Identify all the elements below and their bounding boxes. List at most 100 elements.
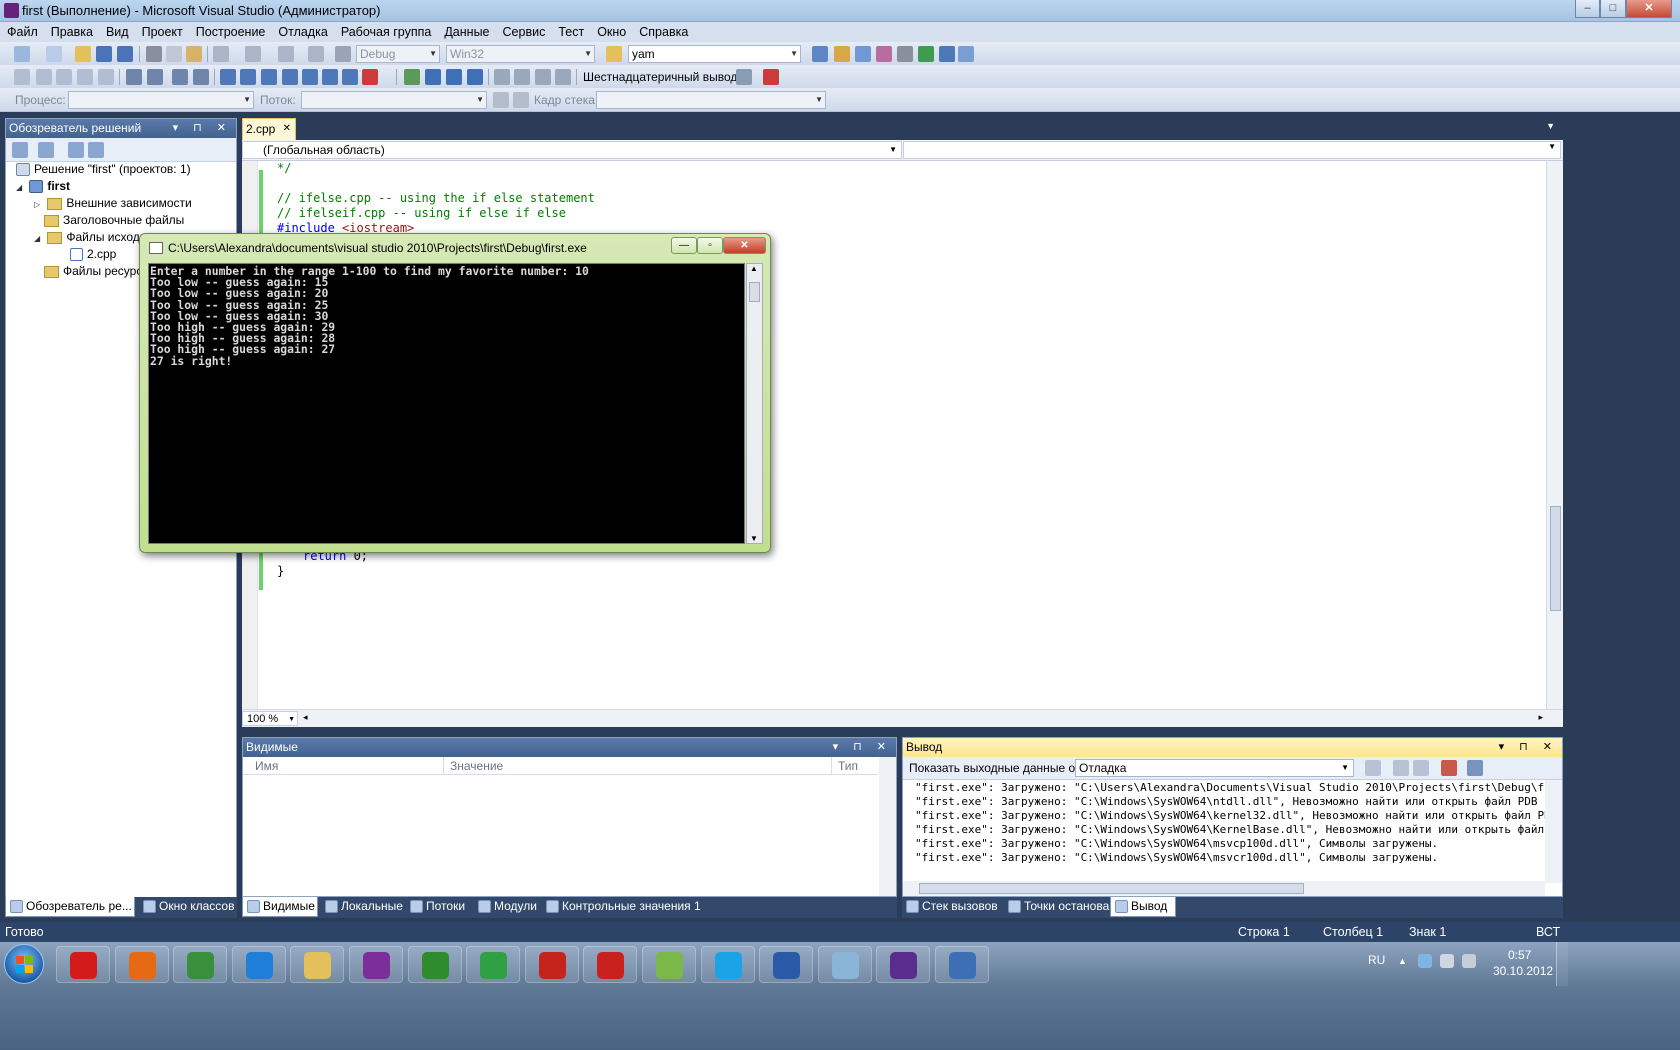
autos-scrollbar[interactable]	[879, 757, 896, 896]
solution-node[interactable]: Решение "first" (проектов: 1)	[16, 161, 191, 178]
menu-build[interactable]: Построение	[189, 22, 272, 41]
next-bookmark-doc-icon[interactable]	[342, 69, 358, 85]
process-select[interactable]: ▼	[68, 91, 254, 109]
refresh-icon[interactable]	[68, 142, 84, 158]
scrollbar-thumb[interactable]	[1550, 506, 1561, 611]
scroll-down-icon[interactable]: ▼	[750, 534, 758, 543]
network-tray-icon[interactable]	[1418, 954, 1432, 968]
step-out-icon[interactable]	[555, 69, 571, 85]
close-tab-icon[interactable]: ✕	[283, 119, 291, 139]
scrollbar-thumb[interactable]	[919, 883, 1304, 894]
properties-icon[interactable]	[834, 46, 850, 62]
copy-icon[interactable]	[166, 46, 182, 62]
taskbar-network[interactable]	[935, 946, 989, 983]
output-h-scrollbar[interactable]	[903, 881, 1545, 896]
code-line[interactable]: // ifelse.cpp -- using the if else state…	[277, 191, 595, 206]
continue-debug-icon[interactable]	[404, 69, 420, 85]
tree-item-header-files[interactable]: Заголовочные файлы	[44, 212, 184, 229]
object-browser-icon[interactable]	[855, 46, 871, 62]
menu-project[interactable]: Проект	[135, 22, 189, 41]
new-project-icon[interactable]	[14, 46, 30, 62]
clear-all-icon[interactable]	[1441, 760, 1457, 776]
code-line[interactable]: */	[277, 161, 291, 176]
show-desktop-button[interactable]	[1556, 942, 1568, 986]
taskbar-chrome[interactable]	[173, 946, 228, 983]
expanded-arrow-icon[interactable]: ◢	[16, 179, 26, 196]
column-value[interactable]: Значение	[450, 759, 503, 773]
toolbox-icon[interactable]	[876, 46, 892, 62]
show-next-statement-icon[interactable]	[494, 69, 510, 85]
collapsed-arrow-icon[interactable]: ▷	[34, 196, 44, 213]
solution-explorer-icon[interactable]	[812, 46, 828, 62]
members-select[interactable]: ▼	[903, 141, 1561, 159]
scroll-left-icon[interactable]: ◂	[303, 712, 308, 723]
start-page-icon[interactable]	[918, 46, 934, 62]
breakpoint-settings-icon[interactable]	[736, 69, 752, 85]
menu-data[interactable]: Данные	[437, 22, 495, 41]
scope-select[interactable]: (Глобальная область) ▼	[242, 141, 902, 159]
breakpoints-window-icon[interactable]	[763, 69, 779, 85]
tab-list-chevron-icon[interactable]: ▼	[1546, 121, 1555, 131]
tree-item-external-deps[interactable]: ▷ Внешние зависимости	[34, 195, 192, 212]
comment-icon[interactable]	[172, 69, 188, 85]
menu-team[interactable]: Рабочая группа	[334, 22, 438, 41]
console-maximize-button[interactable]: ▫	[697, 237, 723, 254]
find-input[interactable]: yam ▼	[628, 45, 801, 63]
save-icon[interactable]	[96, 46, 112, 62]
uncomment-icon[interactable]	[193, 69, 209, 85]
paste-icon[interactable]	[186, 46, 202, 62]
column-name[interactable]: Имя	[255, 759, 278, 773]
pause-icon[interactable]	[425, 69, 441, 85]
project-node[interactable]: ◢ first	[16, 178, 70, 195]
taskbar-hex-editor[interactable]	[466, 946, 521, 983]
open-file-icon[interactable]	[75, 46, 91, 62]
show-hidden-icons-icon[interactable]: ▲	[1398, 956, 1407, 966]
taskbar-notepad-plus[interactable]	[642, 946, 696, 983]
panel-header-buttons[interactable]: ▾ ⊓ ✕	[833, 738, 892, 757]
code-line[interactable]: }	[277, 564, 284, 579]
step-into-icon[interactable]	[514, 69, 530, 85]
flag-all-threads-icon[interactable]	[513, 92, 529, 108]
hex-display-toggle[interactable]: Шестнадцатеричный вывод	[583, 70, 737, 84]
clock-time[interactable]: 0:57	[1508, 948, 1531, 962]
tab-call-stack[interactable]: Стек вызовов	[902, 897, 1005, 917]
menu-edit[interactable]: Правка	[44, 22, 99, 41]
stack-frame-select[interactable]: ▼	[596, 91, 826, 109]
redo-icon[interactable]	[245, 46, 261, 62]
taskbar-skype[interactable]	[700, 946, 755, 983]
platform-select[interactable]: Win32 ▼	[446, 45, 595, 63]
zoom-select[interactable]: 100 % ▼	[242, 711, 298, 726]
navigate-back-icon[interactable]	[278, 46, 294, 62]
taskbar-opera[interactable]	[56, 946, 110, 983]
word-wrap-icon[interactable]	[1467, 760, 1483, 776]
add-item-icon[interactable]	[46, 46, 62, 62]
menu-test[interactable]: Тест	[551, 22, 590, 41]
configuration-select[interactable]: Debug ▼	[356, 45, 440, 63]
output-v-scrollbar[interactable]	[1545, 780, 1562, 883]
tab-threads[interactable]: Потоки	[406, 897, 476, 917]
maximize-button[interactable]: □	[1600, 0, 1626, 18]
increase-indent-icon[interactable]	[147, 69, 163, 85]
start-button[interactable]	[4, 944, 44, 984]
next-bookmark-folder-icon[interactable]	[302, 69, 318, 85]
command-window-icon[interactable]	[958, 46, 974, 62]
taskbar-acrobat[interactable]	[583, 946, 638, 983]
word-completion-icon[interactable]	[98, 69, 114, 85]
console-close-button[interactable]: ✕	[723, 237, 766, 254]
show-all-files-icon[interactable]	[38, 142, 54, 158]
column-type[interactable]: Тип	[838, 759, 858, 773]
decrease-indent-icon[interactable]	[126, 69, 142, 85]
volume-icon[interactable]	[1462, 954, 1476, 968]
tab-solution-explorer[interactable]: Обозреватель ре...	[5, 897, 135, 917]
minimize-button[interactable]: –	[1575, 0, 1600, 18]
scroll-up-icon[interactable]: ▲	[750, 264, 758, 273]
menu-view[interactable]: Вид	[99, 22, 135, 41]
tab-output[interactable]: Вывод	[1110, 897, 1176, 917]
taskbar-onenote[interactable]	[349, 946, 403, 983]
menu-file[interactable]: Файл	[0, 22, 44, 41]
navigate-forward-icon[interactable]	[308, 46, 324, 62]
display-object-list-icon[interactable]	[14, 69, 30, 85]
tree-item-cpp-file[interactable]: 2.cpp	[70, 246, 116, 263]
vertical-scrollbar[interactable]	[1546, 161, 1563, 709]
console-window[interactable]: C:\Users\Alexandra\documents\visual stud…	[139, 233, 771, 553]
